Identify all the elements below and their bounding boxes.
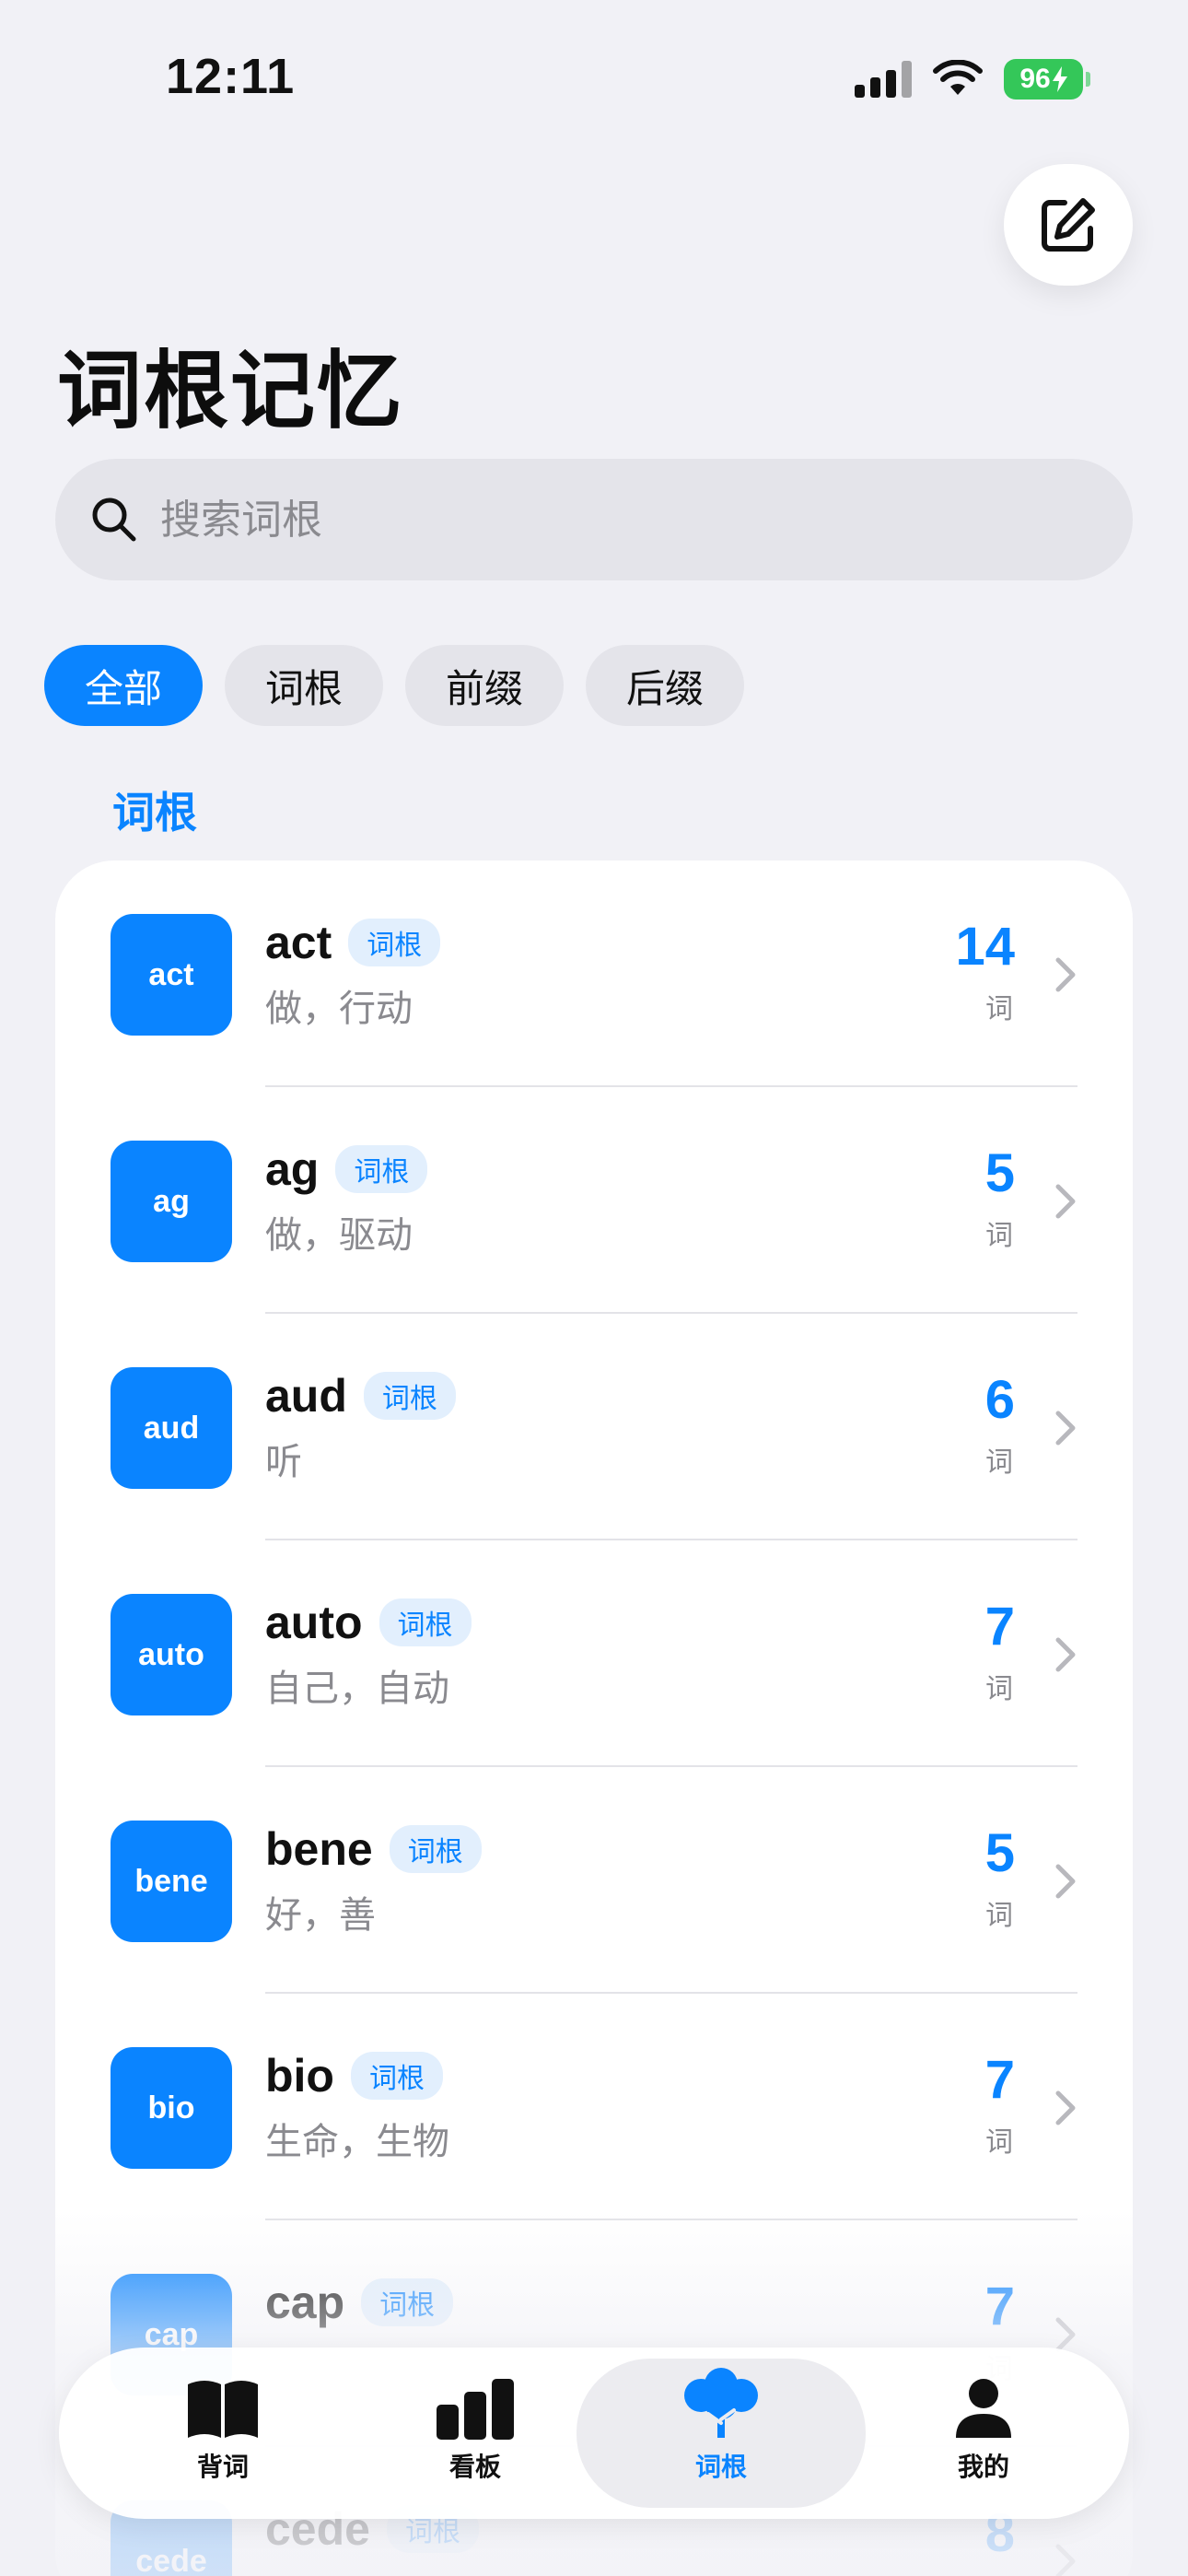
list-item[interactable]: auto auto 词根 自己，自动 7 词 — [55, 1540, 1133, 1767]
search-icon — [92, 498, 136, 542]
bar-chart-icon — [437, 2379, 514, 2440]
chevron-right-icon — [1055, 1411, 1076, 1446]
status-time: 12:11 — [166, 49, 296, 104]
root-tag: 词根 — [335, 1145, 428, 1193]
root-header: aud 词根 — [265, 1369, 456, 1423]
word-count-unit: 词 — [985, 1673, 1013, 1705]
root-tag: 词根 — [379, 1598, 472, 1646]
root-word: auto — [265, 1597, 363, 1648]
compose-icon — [1042, 198, 1095, 252]
root-meaning: 好，善 — [265, 1894, 376, 1937]
word-count-unit: 词 — [985, 993, 1013, 1025]
root-word: bio — [265, 2050, 334, 2102]
filter-chip-root[interactable]: 词根 — [225, 645, 384, 726]
root-badge: auto — [111, 1594, 232, 1715]
filter-chip-prefix[interactable]: 前缀 — [405, 645, 565, 726]
root-tag: 词根 — [363, 1372, 456, 1420]
filter-chip-all[interactable]: 全部 — [44, 645, 204, 726]
root-badge: bio — [111, 2047, 232, 2169]
root-meaning: 生命，生物 — [265, 2121, 449, 2163]
word-count-unit: 词 — [985, 1220, 1013, 1252]
chevron-right-icon — [1055, 1864, 1076, 1899]
tab-dashboard[interactable]: 看板 — [337, 2359, 613, 2508]
tab-roots[interactable]: 词根 — [577, 2359, 866, 2508]
root-meaning: 听 — [265, 1441, 302, 1483]
word-count: 6 — [984, 1370, 1015, 1430]
chevron-right-icon — [1055, 957, 1076, 992]
page-title: 词根记忆 — [57, 342, 404, 440]
wifi-icon — [933, 60, 983, 95]
list-item[interactable]: aud aud 词根 听 6 词 — [55, 1314, 1133, 1540]
search-input[interactable] — [160, 496, 989, 544]
word-count: 5 — [984, 1823, 1015, 1883]
root-meaning: 做，驱动 — [265, 1214, 413, 1257]
word-count: 7 — [984, 1597, 1015, 1657]
root-header: auto 词根 — [265, 1596, 472, 1649]
compose-button[interactable] — [1004, 164, 1133, 286]
word-count-unit: 词 — [985, 2126, 1013, 2159]
list-item[interactable]: bene bene 词根 好，善 5 词 — [55, 1767, 1133, 1994]
root-tag: 词根 — [348, 919, 441, 966]
book-icon — [188, 2381, 258, 2438]
root-header: bene 词根 — [265, 1822, 482, 1876]
list-item[interactable]: act act 词根 做，行动 14 词 — [55, 861, 1133, 1087]
status-icons: 96 — [855, 59, 1090, 100]
section-label: 词根 — [112, 788, 197, 837]
word-count: 5 — [984, 1143, 1015, 1203]
list-item[interactable]: bio bio 词根 生命，生物 7 词 — [55, 1994, 1133, 2220]
tab-label: 词根 — [694, 2452, 747, 2482]
cellular-signal-icon — [855, 61, 912, 98]
root-header: ag 词根 — [265, 1142, 428, 1196]
filter-chips: 全部 词根 前缀 后缀 — [44, 645, 745, 726]
root-word: act — [265, 917, 332, 968]
search-bar[interactable] — [55, 459, 1133, 580]
list-item[interactable]: ag ag 词根 做，驱动 5 词 — [55, 1087, 1133, 1314]
charging-bolt-icon — [1052, 66, 1067, 92]
chevron-right-icon — [1055, 1637, 1076, 1672]
root-badge: aud — [111, 1367, 232, 1489]
root-tag: 词根 — [389, 1825, 482, 1873]
root-word: aud — [265, 1370, 347, 1422]
root-badge: act — [111, 914, 232, 1036]
root-header: bio 词根 — [265, 2049, 443, 2102]
chevron-right-icon — [1055, 1184, 1076, 1219]
root-meaning: 自己，自动 — [265, 1668, 449, 1710]
tab-label: 背词 — [196, 2452, 249, 2482]
root-header: act 词根 — [265, 916, 441, 969]
battery-indicator: 96 — [1004, 59, 1090, 100]
person-icon — [956, 2379, 1011, 2438]
word-count-unit: 词 — [985, 1900, 1013, 1932]
root-word: ag — [265, 1143, 320, 1195]
tab-profile[interactable]: 我的 — [845, 2359, 1122, 2508]
word-count-unit: 词 — [985, 1446, 1013, 1479]
tab-label: 看板 — [448, 2452, 501, 2482]
screen: 12:11 96 词根记忆 全部 词根 前缀 — [0, 0, 1188, 2576]
battery-level: 96 — [1019, 64, 1051, 94]
root-badge: bene — [111, 1821, 232, 1942]
tab-study[interactable]: 背词 — [85, 2359, 361, 2508]
filter-chip-suffix[interactable]: 后缀 — [586, 645, 745, 726]
tree-icon — [684, 2368, 758, 2438]
root-tag: 词根 — [350, 2052, 443, 2100]
chevron-right-icon — [1055, 2090, 1076, 2125]
root-badge: ag — [111, 1141, 232, 1262]
word-count: 7 — [984, 2050, 1015, 2110]
root-meaning: 做，行动 — [265, 988, 413, 1030]
tab-bar: 背词 看板 词根 我的 — [59, 2348, 1129, 2519]
word-count: 14 — [955, 917, 1015, 977]
tab-label: 我的 — [957, 2452, 1009, 2482]
root-word: bene — [265, 1823, 373, 1875]
